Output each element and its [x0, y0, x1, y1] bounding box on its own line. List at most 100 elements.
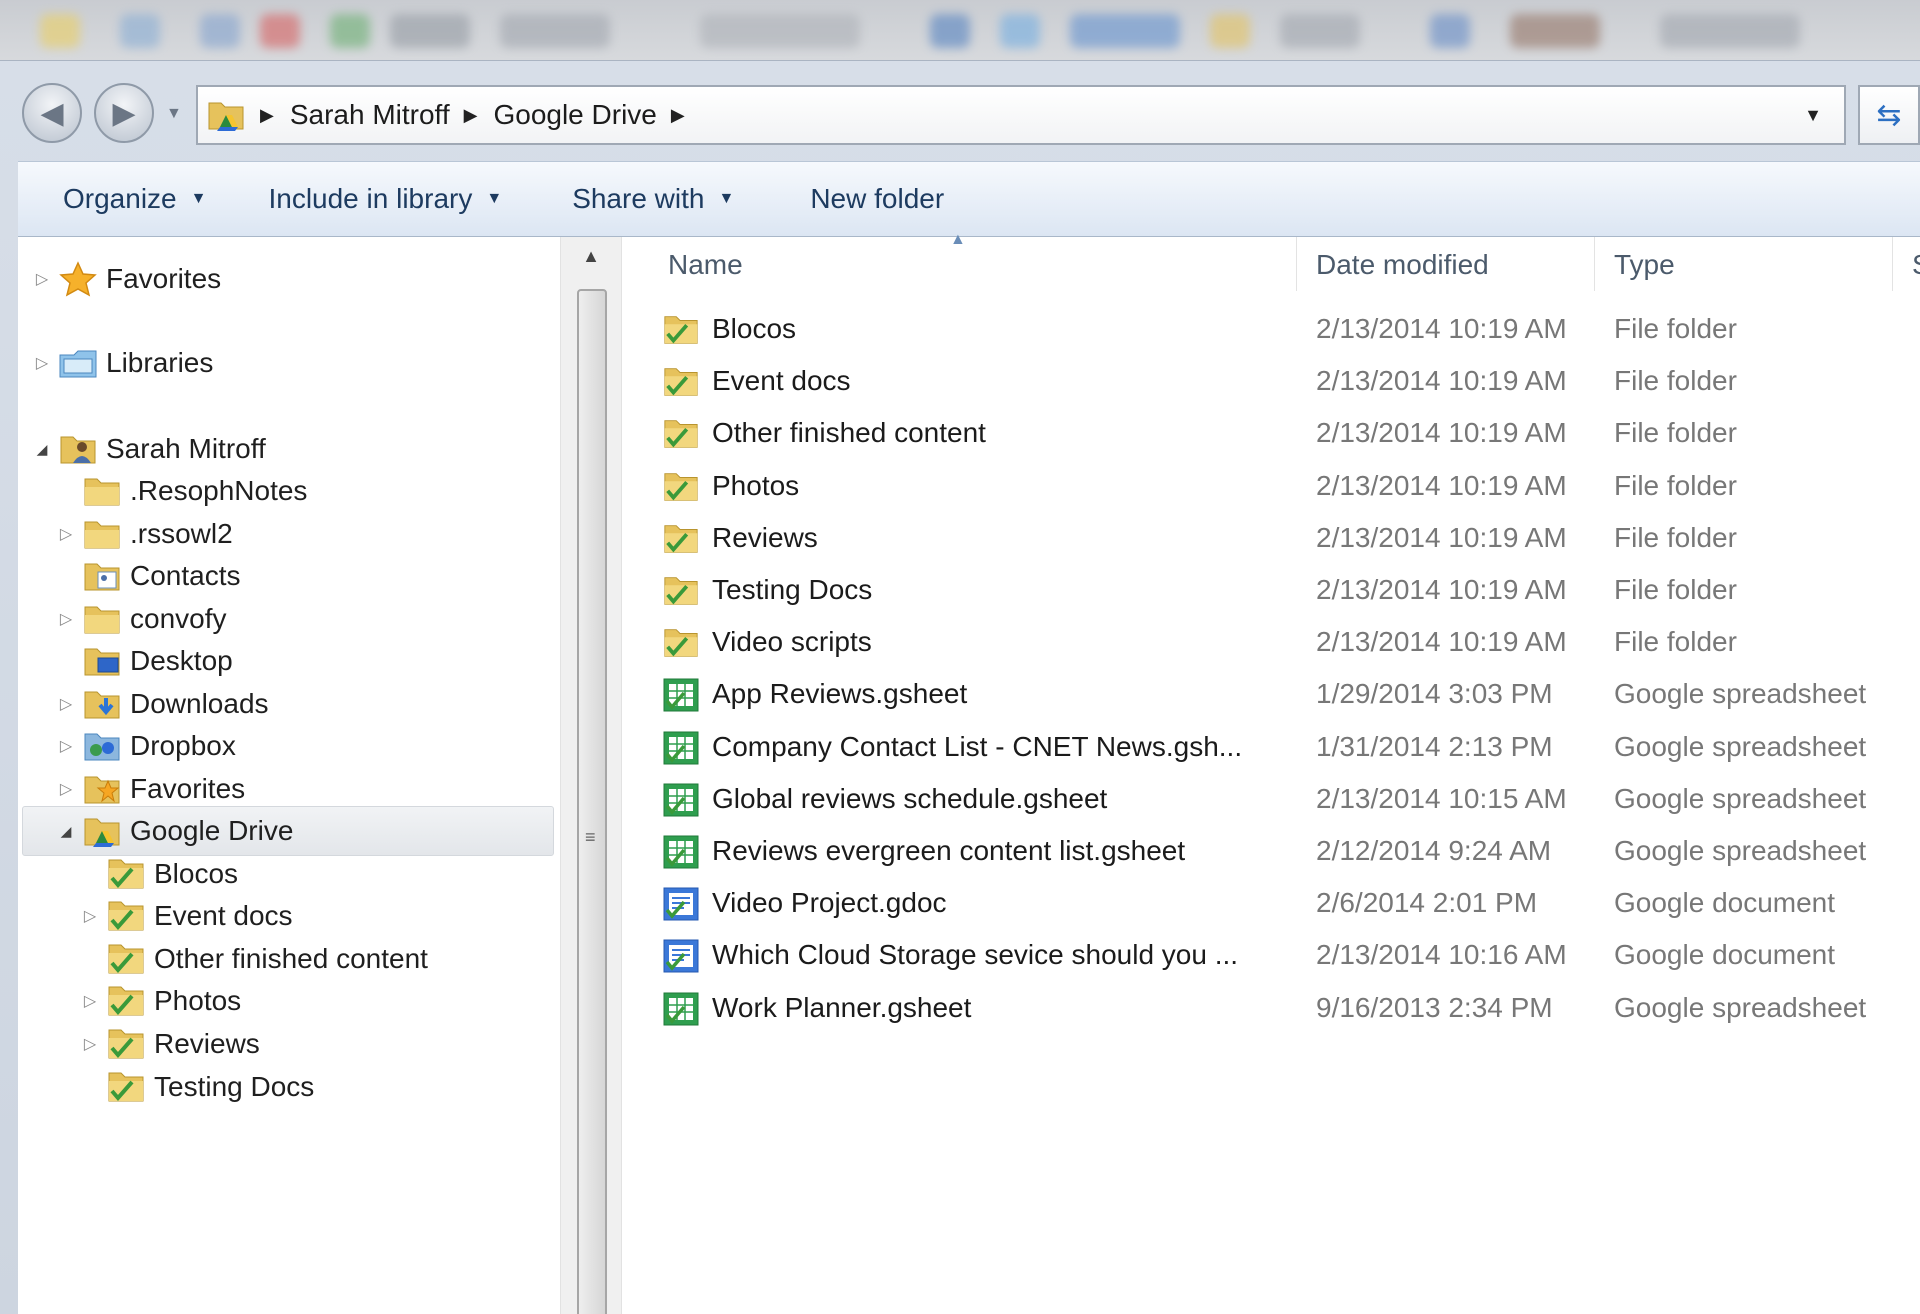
- nav-item-rssowl2[interactable]: ▷ .rssowl2: [56, 510, 233, 558]
- address-bar[interactable]: ▶ Sarah Mitroff ▶ Google Drive ▶ ▼: [196, 85, 1846, 145]
- nav-item-dropbox[interactable]: ▷ Dropbox: [56, 722, 236, 770]
- nav-item-label: Downloads: [130, 688, 269, 719]
- file-date-modified: 2/13/2014 10:19 AM: [1316, 469, 1567, 501]
- column-header-type[interactable]: Type: [1614, 249, 1675, 281]
- nav-item-sarah-mitroff[interactable]: ◢ Sarah Mitroff: [32, 425, 266, 473]
- nav-item-desktop[interactable]: Desktop: [56, 637, 233, 685]
- column-header-size[interactable]: Si: [1912, 249, 1920, 281]
- include-in-library-label: Include in library: [268, 183, 473, 214]
- spreadsheet-icon: [663, 731, 699, 765]
- synced-folder-icon: [664, 316, 698, 344]
- synced-folder-icon: [664, 472, 698, 501]
- collapsed-triangle-icon[interactable]: ▷: [32, 269, 52, 289]
- collapsed-triangle-icon[interactable]: ▷: [80, 991, 100, 1011]
- google-drive-folder-icon: [208, 102, 244, 131]
- breadcrumb-google-drive[interactable]: Google Drive: [493, 99, 656, 131]
- sort-ascending-icon: ▲: [950, 231, 966, 248]
- refresh-button[interactable]: ⇆: [1858, 85, 1920, 145]
- expanded-triangle-icon[interactable]: ◢: [32, 441, 52, 458]
- file-date-modified: 2/13/2014 10:19 AM: [1316, 313, 1567, 344]
- column-header-name[interactable]: Name: [668, 249, 743, 281]
- spreadsheet-icon: [663, 783, 699, 817]
- dropbox-icon: [84, 733, 120, 761]
- nav-item-google-drive[interactable]: ◢ Google Drive: [56, 807, 293, 855]
- collapsed-triangle-icon[interactable]: ▷: [80, 1034, 100, 1054]
- file-row[interactable]: Reviews 2/13/2014 10:19 AM File folder: [662, 514, 1912, 564]
- nav-item-photos[interactable]: ▷ Photos: [80, 977, 241, 1025]
- file-row[interactable]: Company Contact List - CNET News.gsh... 1…: [662, 723, 1912, 773]
- forward-arrow-icon: ▶: [112, 96, 136, 130]
- file-row[interactable]: Reviews evergreen content list.gsheet 2/1…: [662, 827, 1912, 877]
- nav-item-testing-docs[interactable]: Testing Docs: [80, 1063, 314, 1111]
- chevron-down-icon: ▼: [718, 190, 735, 207]
- collapsed-triangle-icon[interactable]: ▷: [56, 609, 76, 629]
- collapsed-triangle-icon[interactable]: ▷: [56, 524, 76, 544]
- downloads-folder-icon: [84, 691, 120, 719]
- expanded-triangle-icon[interactable]: ◢: [56, 823, 76, 840]
- nav-item-label: Blocos: [154, 858, 239, 889]
- nav-item-resophnotes[interactable]: .ResophNotes: [56, 467, 307, 515]
- nav-item-label: Testing Docs: [154, 1071, 315, 1102]
- collapsed-triangle-icon[interactable]: ▷: [56, 694, 76, 714]
- nav-item-downloads[interactable]: ▷ Downloads: [56, 680, 269, 728]
- scroll-thumb[interactable]: [577, 289, 607, 1314]
- synced-folder-icon: [108, 1029, 144, 1059]
- include-in-library-menu[interactable]: Include in library ▼: [206, 162, 502, 236]
- scroll-up-icon[interactable]: ▲: [561, 237, 621, 275]
- new-folder-button[interactable]: New folder: [734, 162, 944, 236]
- file-row[interactable]: Global reviews schedule.gsheet 2/13/2014 …: [662, 775, 1912, 825]
- breadcrumb-separator-icon[interactable]: ▶: [464, 105, 478, 126]
- collapsed-triangle-icon[interactable]: ▷: [80, 906, 100, 926]
- breadcrumb-separator-icon[interactable]: ▶: [260, 105, 274, 126]
- file-row[interactable]: Other finished content 2/13/2014 10:19 AM…: [662, 409, 1912, 459]
- file-row[interactable]: Work Planner.gsheet 9/16/2013 2:34 PM Goog…: [662, 984, 1912, 1034]
- synced-folder-icon: [108, 986, 144, 1016]
- column-divider[interactable]: [1594, 237, 1595, 291]
- nav-item-reviews[interactable]: ▷ Reviews: [80, 1020, 260, 1068]
- file-name: Photos: [712, 469, 800, 501]
- recent-pages-dropdown[interactable]: ▼: [166, 105, 182, 123]
- file-row[interactable]: Photos 2/13/2014 10:19 AM File folder: [662, 462, 1912, 512]
- column-header-date-modified[interactable]: Date modified: [1316, 249, 1489, 281]
- synced-folder-icon: [664, 629, 698, 657]
- nav-item-blocos[interactable]: Blocos: [80, 850, 238, 898]
- file-row[interactable]: Which Cloud Storage sevice should you ..…: [662, 931, 1912, 981]
- file-row[interactable]: Event docs 2/13/2014 10:19 AM File folder: [662, 357, 1912, 407]
- back-arrow-icon: ◀: [40, 96, 64, 130]
- nav-item-favorites[interactable]: ▷ Favorites: [32, 255, 221, 303]
- nav-item-convofy[interactable]: ▷ convofy: [56, 595, 227, 643]
- nav-item-contacts[interactable]: Contacts: [56, 552, 241, 600]
- synced-folder-icon: [664, 525, 698, 553]
- breadcrumb-sarah-mitroff[interactable]: Sarah Mitroff: [290, 99, 450, 131]
- collapsed-triangle-icon[interactable]: ▷: [32, 353, 52, 373]
- column-divider[interactable]: [1892, 237, 1893, 291]
- organize-menu[interactable]: Organize ▼: [18, 162, 206, 236]
- contacts-folder-icon: [84, 563, 120, 591]
- file-name: Reviews: [712, 521, 818, 553]
- breadcrumb-separator-icon[interactable]: ▶: [671, 105, 685, 126]
- file-row[interactable]: Blocos 2/13/2014 10:19 AM File folder: [662, 305, 1912, 355]
- file-row[interactable]: Video Project.gdoc 2/6/2014 2:01 PM Google…: [662, 879, 1912, 929]
- nav-item-other-finished-content[interactable]: Other finished content: [80, 935, 428, 983]
- collapsed-triangle-icon[interactable]: ▷: [56, 779, 76, 799]
- file-type: File folder: [1614, 313, 1737, 344]
- file-row[interactable]: App Reviews.gsheet 1/29/2014 3:03 PM Googl…: [662, 670, 1912, 720]
- file-row[interactable]: Video scripts 2/13/2014 10:19 AM File fold…: [662, 618, 1912, 668]
- file-row[interactable]: Testing Docs 2/13/2014 10:19 AM File folde…: [662, 566, 1912, 616]
- share-with-menu[interactable]: Share with ▼: [502, 162, 734, 236]
- collapsed-triangle-icon[interactable]: ▷: [56, 736, 76, 756]
- forward-button[interactable]: ▶: [94, 83, 154, 143]
- nav-scrollbar[interactable]: ▲ ≡: [560, 237, 622, 1314]
- file-date-modified: 2/13/2014 10:19 AM: [1316, 417, 1567, 449]
- nav-item-event-docs[interactable]: ▷ Event docs: [80, 892, 293, 940]
- document-icon: [663, 939, 699, 973]
- nav-item-libraries[interactable]: ▷ Libraries: [32, 339, 214, 387]
- column-divider[interactable]: [1296, 237, 1297, 291]
- synced-folder-icon: [664, 420, 698, 449]
- nav-item-label: Desktop: [130, 645, 233, 676]
- file-type: File folder: [1614, 469, 1737, 501]
- back-button[interactable]: ◀: [22, 83, 82, 143]
- address-history-dropdown-icon[interactable]: ▼: [1804, 105, 1822, 126]
- nav-item-label: Google Drive: [130, 815, 294, 846]
- nav-item-label: Event docs: [154, 900, 293, 931]
